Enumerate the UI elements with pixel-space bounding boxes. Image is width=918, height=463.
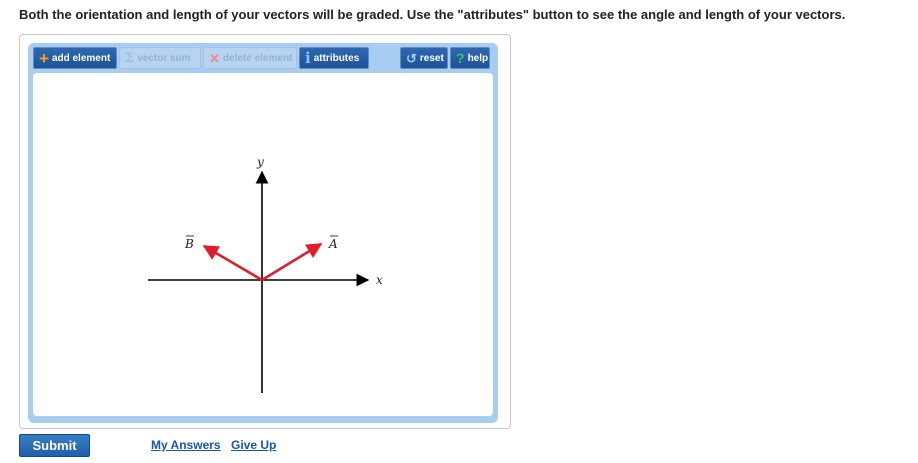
plus-icon: + bbox=[39, 48, 49, 68]
delete-element-button[interactable]: ✕ delete element bbox=[203, 47, 297, 69]
toolbar: + add element Σ vector sum ✕ delete elem… bbox=[33, 47, 493, 71]
sigma-icon: Σ bbox=[125, 50, 135, 66]
add-element-button[interactable]: + add element bbox=[33, 47, 117, 69]
drawing-canvas[interactable]: x y A B bbox=[33, 73, 493, 416]
vector-a[interactable] bbox=[261, 242, 323, 282]
help-button[interactable]: ? help bbox=[450, 47, 490, 69]
attributes-button[interactable]: i attributes bbox=[299, 47, 369, 69]
vector-diagram: x y A B bbox=[148, 155, 383, 393]
submit-button[interactable]: Submit bbox=[19, 434, 90, 457]
info-icon: i bbox=[305, 48, 311, 67]
vector-sum-button[interactable]: Σ vector sum bbox=[119, 47, 201, 69]
add-element-label: add element bbox=[51, 52, 111, 64]
attributes-label: attributes bbox=[313, 52, 360, 64]
tool-frame: + add element Σ vector sum ✕ delete elem… bbox=[28, 43, 498, 423]
help-label: help bbox=[467, 52, 489, 64]
vector-b[interactable] bbox=[202, 244, 263, 282]
vector-drawing-tool: + add element Σ vector sum ✕ delete elem… bbox=[19, 34, 511, 429]
vector-sum-label: vector sum bbox=[137, 52, 191, 64]
my-answers-link[interactable]: My Answers bbox=[151, 438, 221, 452]
help-icon: ? bbox=[456, 50, 465, 66]
x-axis-label: x bbox=[376, 273, 383, 287]
give-up-link[interactable]: Give Up bbox=[231, 438, 276, 452]
vector-b-label: B bbox=[184, 237, 194, 251]
reset-icon: ↺ bbox=[406, 50, 417, 66]
x-icon: ✕ bbox=[209, 50, 220, 66]
reset-label: reset bbox=[419, 52, 444, 64]
reset-button[interactable]: ↺ reset bbox=[400, 47, 448, 69]
vector-a-label: A bbox=[328, 237, 338, 251]
y-axis-label: y bbox=[256, 155, 264, 169]
instructions-text: Both the orientation and length of your … bbox=[19, 7, 846, 22]
delete-element-label: delete element bbox=[222, 52, 293, 64]
